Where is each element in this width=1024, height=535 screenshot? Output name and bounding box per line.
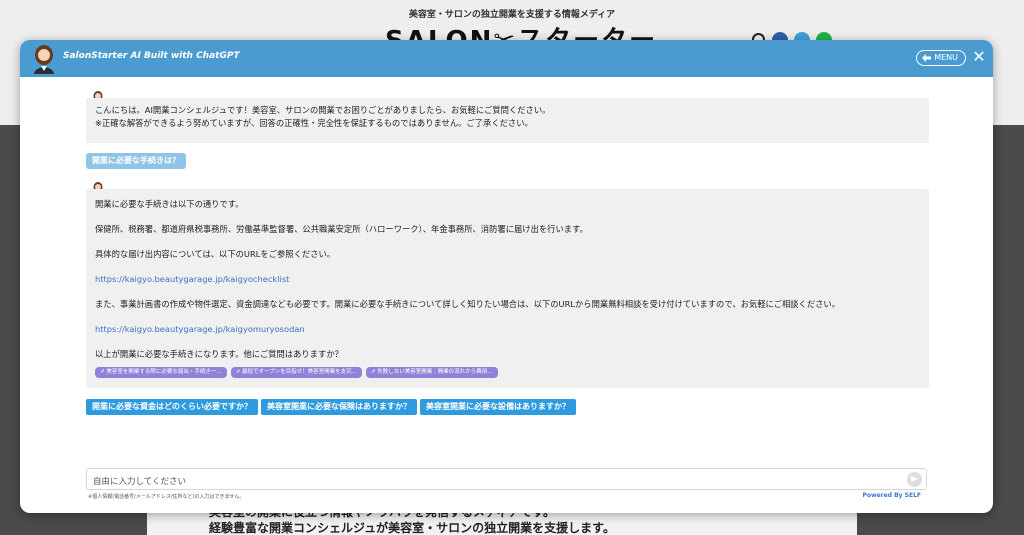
send-icon[interactable]: [907, 472, 922, 487]
powered-by[interactable]: Powered By SELF: [863, 492, 921, 499]
chat-title: SalonStarter AI Built with ChatGPT: [63, 51, 240, 61]
privacy-note: ※個人情報(電話番号/メールアドレス/住所など)の入力はできません。: [88, 494, 245, 500]
message-input[interactable]: [93, 472, 893, 492]
bot-message-line: こんにちは。AI開業コンシェルジュです！美容室、サロンの開業でお困りごとがありま…: [95, 105, 551, 115]
suggested-questions: 開業に必要な資金はどのくらい必要ですか？ 美容室開業に必要な保険はありますか？ …: [86, 399, 576, 415]
bot-message-answer: 開業に必要な手続きは以下の通りです。 保健所、税務署、都道府県税事務所、労働基準…: [86, 189, 929, 388]
close-icon[interactable]: ✕: [972, 49, 986, 65]
answer-text: 保健所、税務署、都道府県税事務所、労働基準監督署、公共職業安定所（ハローワーク）…: [95, 224, 588, 234]
concierge-avatar-icon: [34, 45, 54, 74]
menu-button[interactable]: MENU: [916, 50, 966, 66]
suggested-question-button[interactable]: 開業に必要な資金はどのくらい必要ですか？: [86, 399, 258, 415]
bot-message-greeting: こんにちは。AI開業コンシェルジュです！美容室、サロンの開業でお困りごとがありま…: [86, 98, 929, 143]
site-intro-line: 経験豊富な開業コンシェルジュが美容室・サロンの独立開業を支援します。: [209, 521, 615, 535]
user-message: 開業に必要な手続きは？: [86, 153, 186, 169]
checklist-link[interactable]: https://kaigyo.beautygarage.jp/kaigyoche…: [95, 274, 289, 284]
message-input-box: [86, 468, 927, 492]
reference-links: ⇗ 美容室を開業する際に必要な届出・手続きー... ⇗ 最短でオープンを目指せ！…: [95, 367, 498, 378]
suggested-question-button[interactable]: 美容室開業に必要な保険はありますか？: [261, 399, 417, 415]
consultation-link[interactable]: https://kaigyo.beautygarage.jp/kaigyomur…: [95, 324, 305, 334]
back-arrow-icon: [922, 54, 932, 62]
chat-header: SalonStarter AI Built with ChatGPT MENU …: [20, 40, 993, 77]
answer-text: 開業に必要な手続きは以下の通りです。: [95, 199, 244, 209]
answer-text: 以上が開業に必要な手続きになります。他にご質問はありますか？: [95, 349, 343, 359]
site-tagline: 美容室・サロンの独立開業を支援する情報メディア: [408, 10, 616, 20]
reference-link-chip[interactable]: ⇗ 最短でオープンを目指せ！美容室開業を支究...: [230, 367, 362, 378]
reference-link-chip[interactable]: ⇗ 美容室を開業する際に必要な届出・手続きー...: [95, 367, 227, 378]
reference-link-chip[interactable]: ⇗ 失敗しない美容室開業｜開業の流れから費用...: [365, 367, 498, 378]
bot-message-line: ※正確な解答ができるよう努めていますが、回答の正確性・完全性を保証するものではあ…: [95, 118, 533, 128]
answer-text: また、事業計画書の作成や物件選定、資金調達なども必要です。開業に必要な手続きにつ…: [95, 299, 841, 309]
suggested-question-button[interactable]: 美容室開業に必要な設備はありますか？: [420, 399, 576, 415]
answer-text: 具体的な届け出内容については、以下のURLをご参照ください。: [95, 249, 336, 259]
chat-modal: SalonStarter AI Built with ChatGPT MENU …: [20, 40, 993, 513]
menu-label: MENU: [934, 53, 958, 62]
